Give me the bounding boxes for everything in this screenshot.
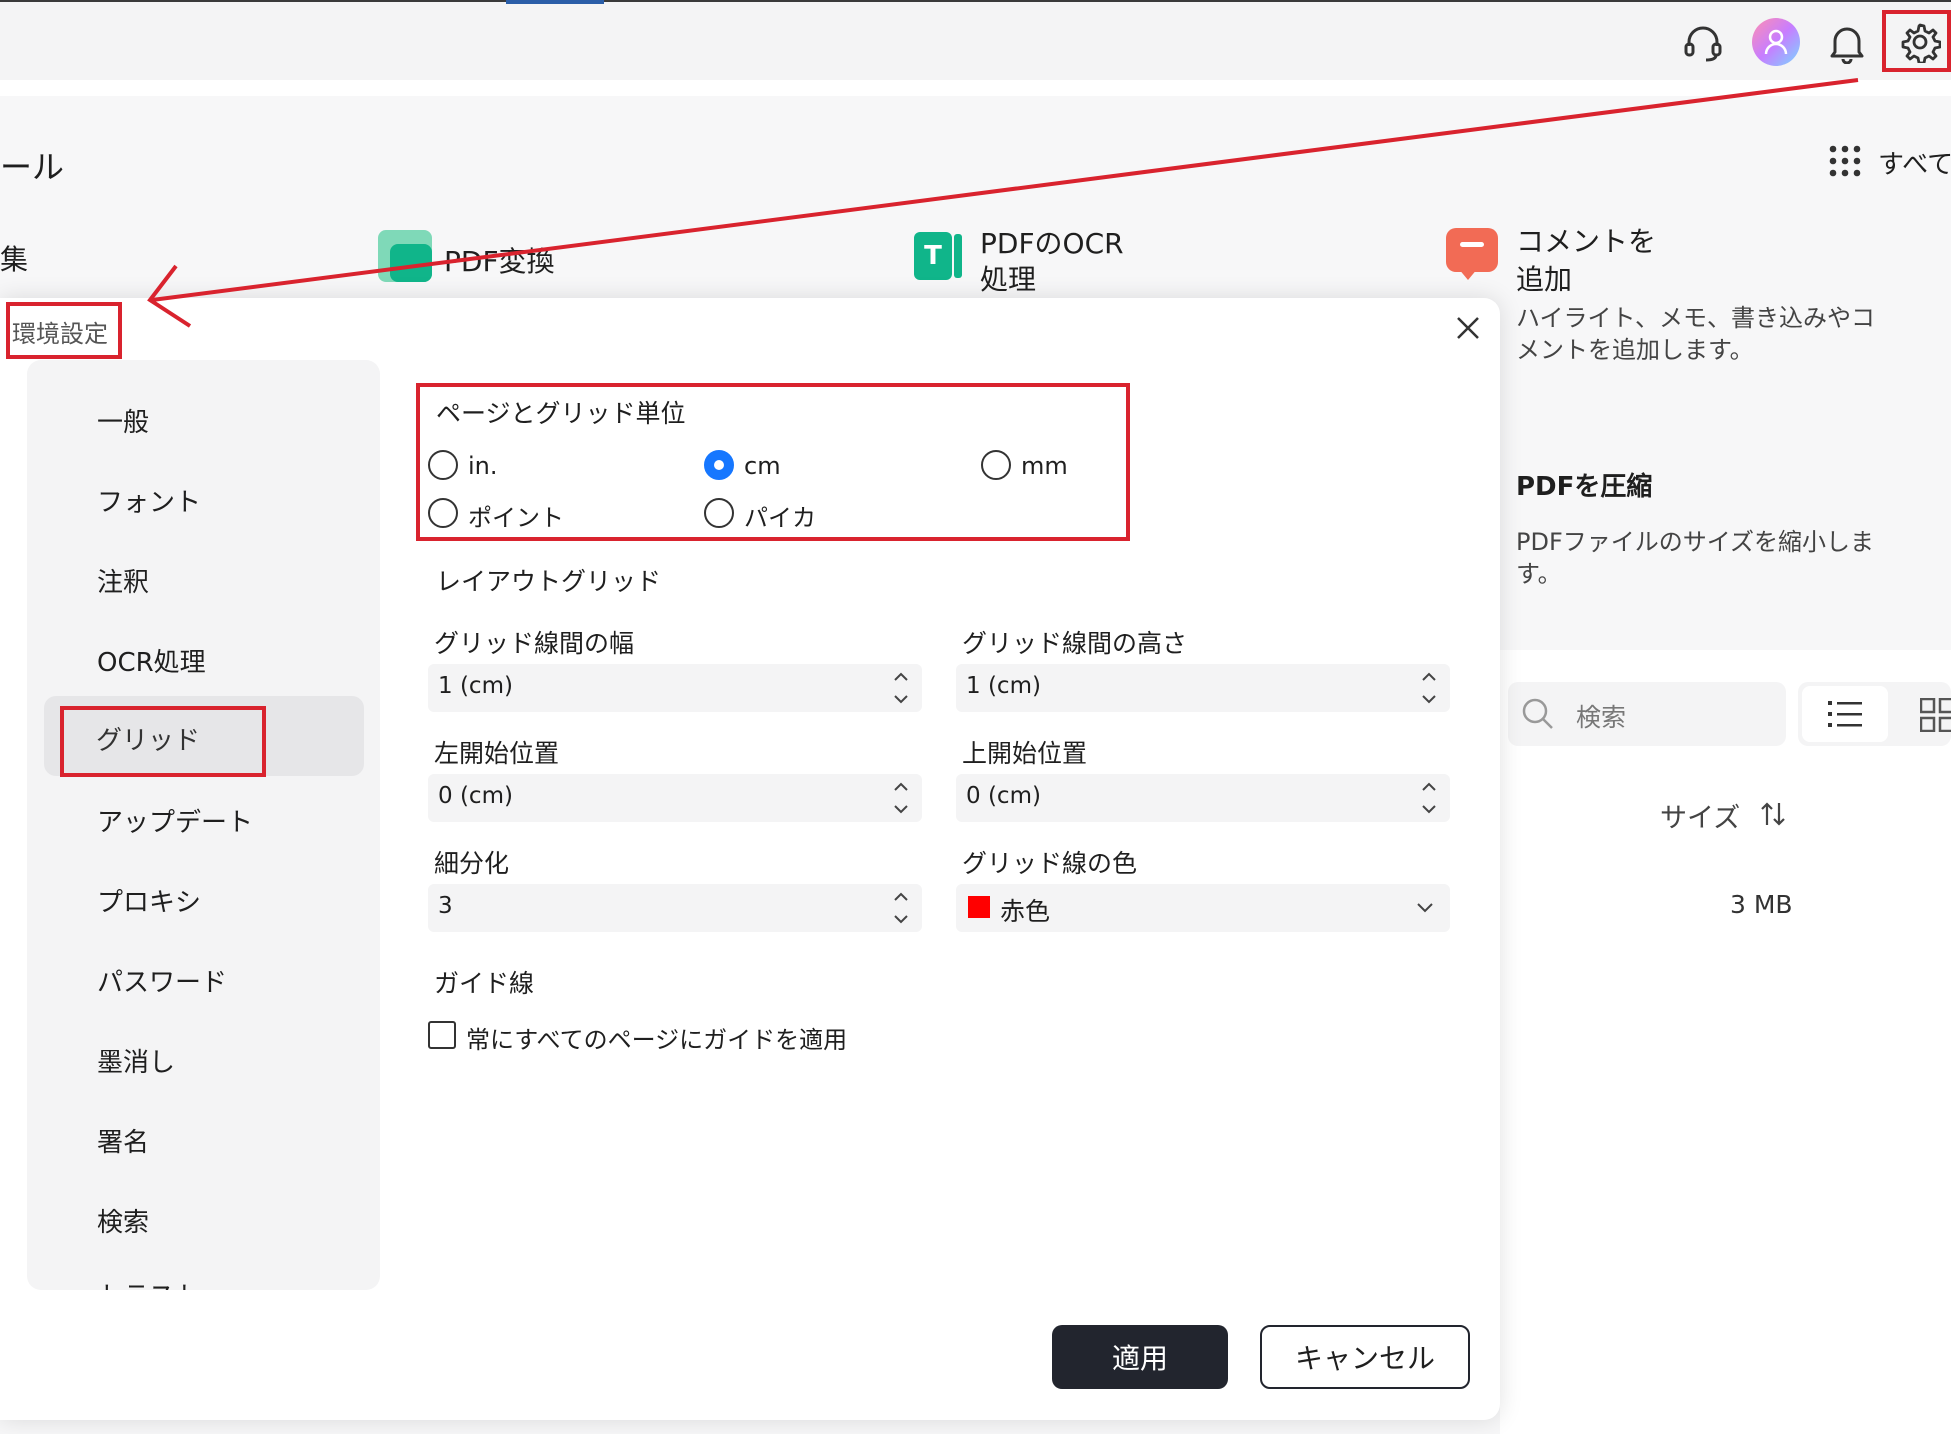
annotation-arrow bbox=[147, 78, 1859, 328]
